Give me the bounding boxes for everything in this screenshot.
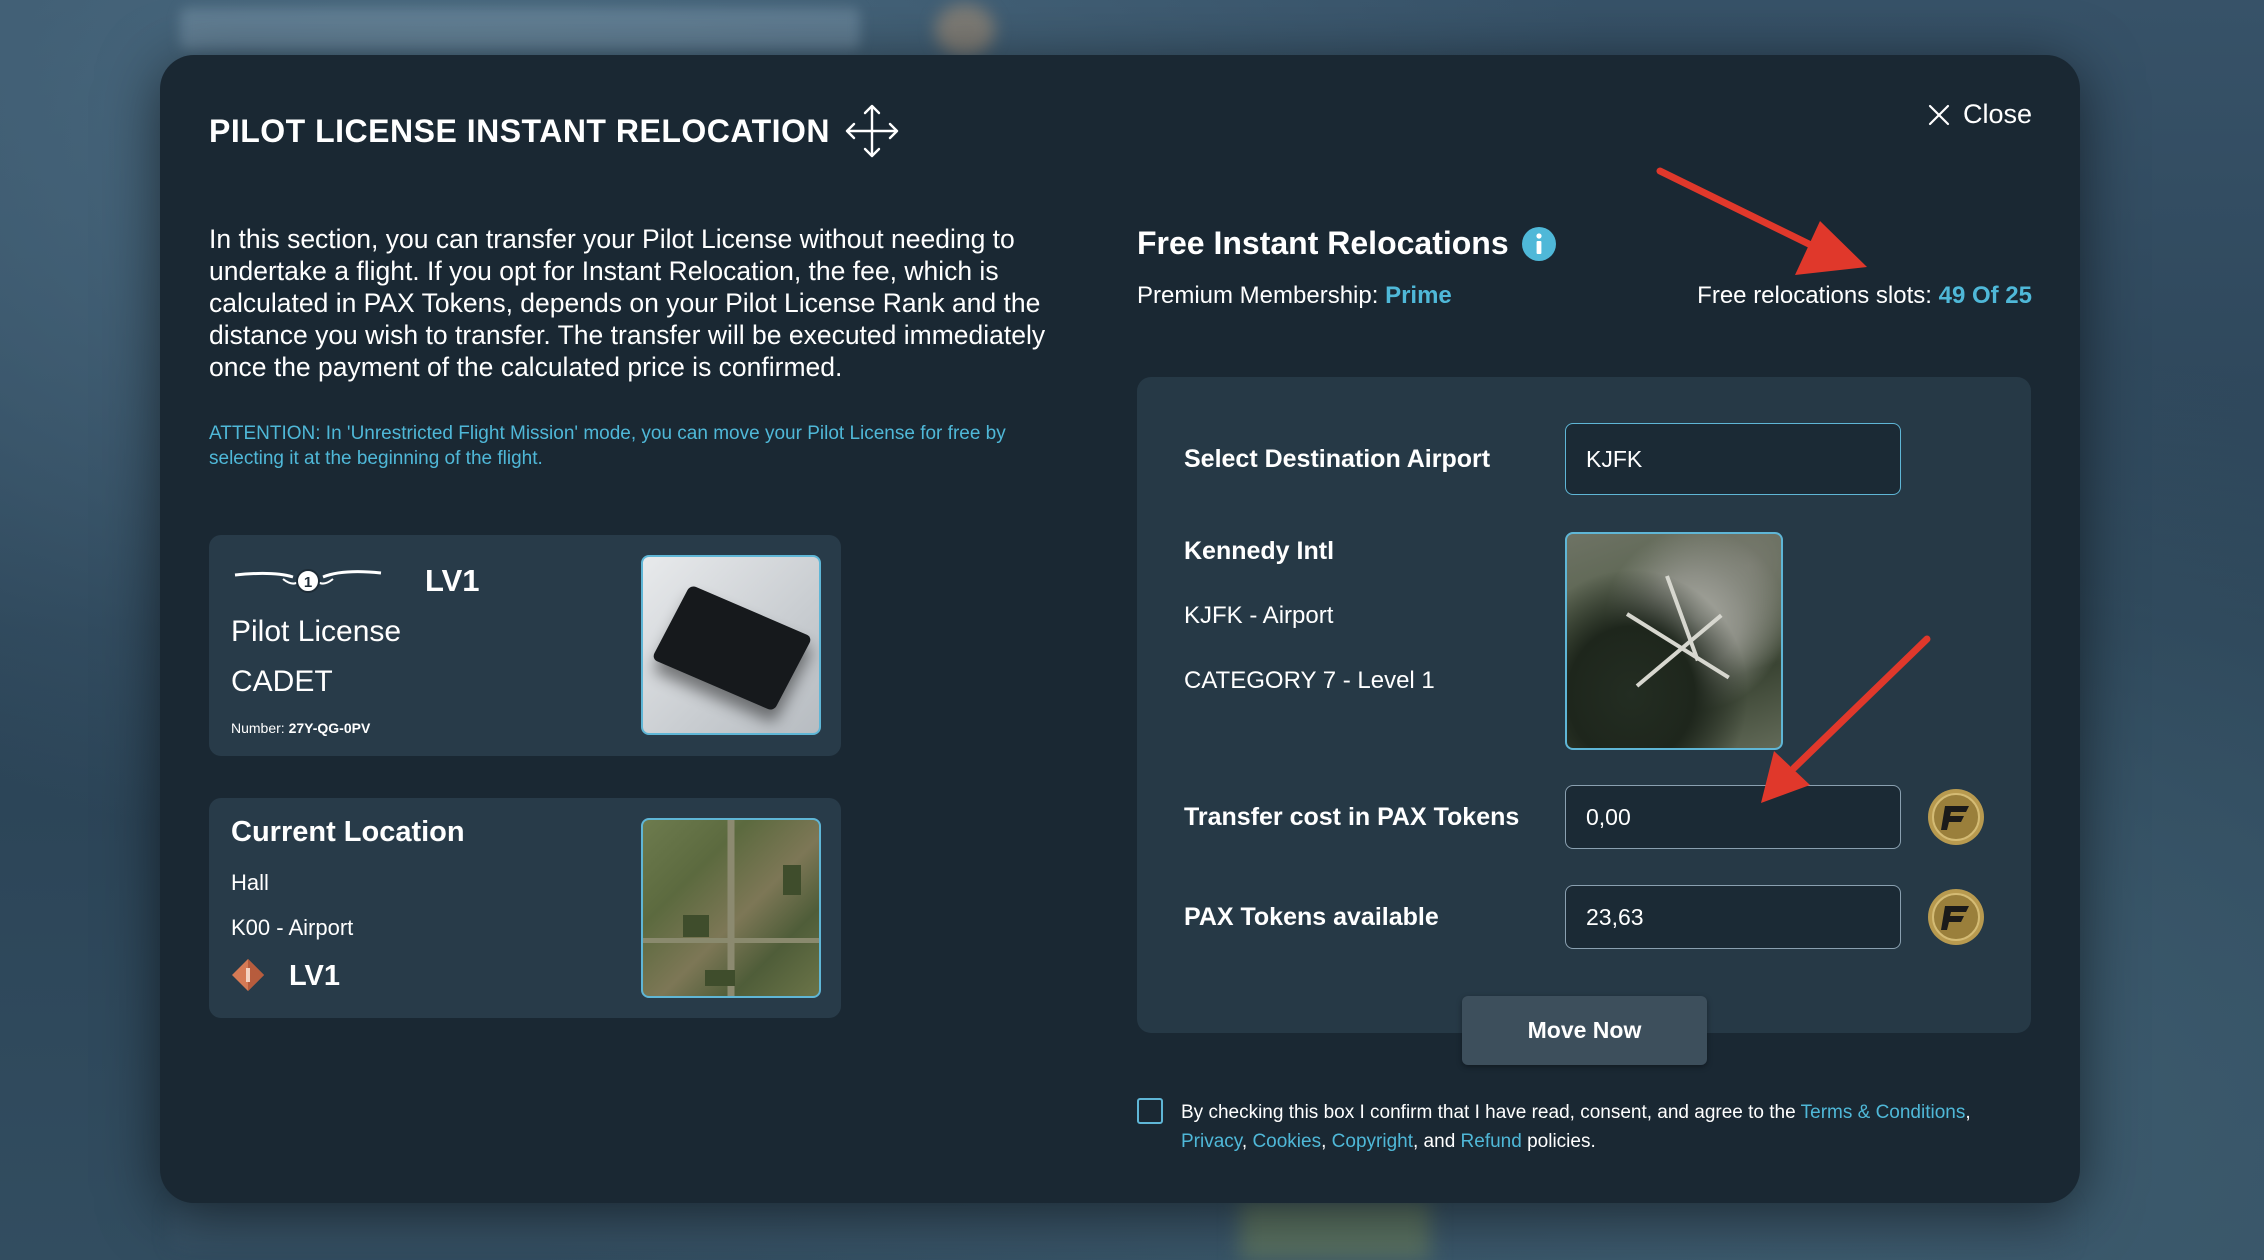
airport-category: CATEGORY 7 - Level 1 [1184, 667, 1435, 694]
move-now-button[interactable]: Move Now [1462, 996, 1707, 1065]
destination-panel: Select Destination Airport KJFK Kennedy … [1137, 377, 2031, 1033]
background-bottom-bar [170, 1200, 2070, 1250]
license-number: Number: 27Y-QG-0PV [231, 720, 370, 736]
pax-token-icon [1928, 789, 1984, 845]
airport-satellite-image [1565, 532, 1783, 750]
license-number-value: 27Y-QG-0PV [288, 720, 371, 736]
location-level: LV1 [289, 960, 341, 992]
location-title: Current Location [231, 816, 465, 848]
intro-text: In this section, you can transfer your P… [209, 224, 1046, 382]
rank-diamond-icon [232, 959, 264, 991]
annotation-arrow-slots [1656, 167, 1867, 275]
free-relocations-title-text: Free Instant Relocations [1137, 225, 1509, 261]
background-thumbnail [1240, 1200, 1430, 1260]
consent-text: By checking this box I confirm that I ha… [1181, 1102, 1971, 1152]
pilot-license-card: 1 LV1 Pilot License CADET Number: 27Y-QG… [209, 535, 841, 756]
transfer-cost-label: Transfer cost in PAX Tokens [1184, 803, 1520, 831]
pax-token-icon [1928, 889, 1984, 945]
copyright-link[interactable]: Copyright [1332, 1131, 1413, 1152]
location-map-image [641, 818, 821, 998]
membership-value: Prime [1385, 282, 1452, 309]
airport-name: Kennedy Intl [1184, 537, 1335, 565]
move-icon[interactable] [842, 101, 902, 161]
license-level: LV1 [425, 563, 480, 598]
consent-prefix: By checking this box I confirm that I ha… [1181, 1102, 1801, 1123]
membership-label: Premium Membership: [1137, 282, 1379, 309]
airport-code: KJFK - Airport [1184, 602, 1334, 629]
cookies-link[interactable]: Cookies [1252, 1131, 1321, 1152]
wings-badge-number: 1 [304, 574, 312, 591]
tokens-available-label: PAX Tokens available [1184, 903, 1439, 931]
attention-text: ATTENTION: In 'Unrestricted Flight Missi… [209, 423, 1006, 469]
relocation-slots: Free relocations slots: 49 Of 25 [1697, 282, 2032, 310]
close-icon [1928, 104, 1950, 125]
background-search-bar [180, 8, 860, 50]
privacy-link[interactable]: Privacy [1181, 1131, 1242, 1152]
license-number-label: Number: [231, 720, 285, 736]
license-name: Pilot License [231, 615, 402, 648]
slots-value: 49 Of 25 [1938, 282, 2032, 309]
license-rank: CADET [231, 665, 333, 698]
relocation-modal: PILOT LICENSE INSTANT RELOCATION Close I… [160, 55, 2080, 1203]
location-code: K00 - Airport [231, 915, 354, 940]
consent-checkbox[interactable] [1137, 1098, 1163, 1124]
slots-label: Free relocations slots: [1697, 282, 1932, 309]
background-avatar [935, 4, 995, 56]
tokens-available-field: 23,63 [1565, 885, 1901, 949]
license-image [641, 555, 821, 735]
consent-and: , and [1413, 1131, 1461, 1152]
current-location-card: Current Location Hall K00 - Airport LV1 [209, 798, 841, 1018]
pilot-wings-icon: 1 [234, 569, 382, 593]
terms-link[interactable]: Terms & Conditions [1801, 1102, 1966, 1123]
close-button[interactable]: Close [1927, 99, 2032, 130]
destination-input[interactable]: KJFK [1565, 423, 1901, 495]
location-city: Hall [231, 870, 269, 895]
free-relocations-title: Free Instant Relocations [1137, 225, 1557, 262]
membership-info: Premium Membership: Prime [1137, 282, 1452, 310]
destination-label: Select Destination Airport [1184, 445, 1491, 473]
close-label: Close [1962, 99, 2032, 129]
modal-title: PILOT LICENSE INSTANT RELOCATION [209, 113, 831, 149]
transfer-cost-field: 0,00 [1565, 785, 1901, 849]
info-icon[interactable] [1521, 226, 1557, 262]
license-book [651, 584, 813, 712]
refund-link[interactable]: Refund [1461, 1131, 1522, 1152]
consent-suffix: policies. [1521, 1131, 1596, 1152]
